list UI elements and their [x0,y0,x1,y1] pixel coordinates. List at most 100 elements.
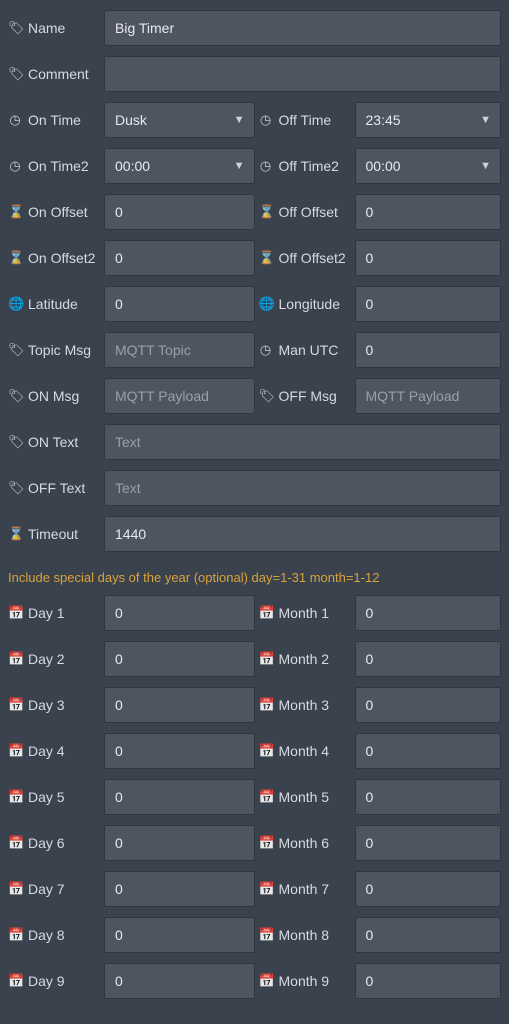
day-8-label: 📅Day 8 [8,927,104,943]
calendar-icon: 📅 [8,881,22,897]
day-6-label-text: Day 6 [28,835,65,851]
calendar-icon: 📅 [259,881,273,897]
topic-msg-label-text: Topic Msg [28,342,91,358]
calendar-icon: 📅 [8,973,22,989]
on-offset-label: ⌛ On Offset [8,204,104,220]
special-days-note: Include special days of the year (option… [8,570,501,585]
timeout-label-text: Timeout [28,526,78,542]
day-7-input[interactable] [104,871,255,907]
on-offset-input[interactable] [104,194,255,230]
off-offset-input[interactable] [355,194,502,230]
day-2-label-text: Day 2 [28,651,65,667]
on-time2-label: ◷ On Time2 [8,158,104,174]
day-9-input[interactable] [104,963,255,999]
clock-icon: ◷ [8,112,22,128]
on-time-label-text: On Time [28,112,81,128]
day-2-input[interactable] [104,641,255,677]
calendar-icon: 📅 [259,743,273,759]
topic-msg-label: 🏷 Topic Msg [8,342,104,358]
month-9-label-text: Month 9 [279,973,330,989]
off-msg-input[interactable] [355,378,502,414]
comment-input[interactable] [104,56,501,92]
month-7-label: 📅Month 7 [259,881,355,897]
day-3-input[interactable] [104,687,255,723]
on-msg-input[interactable] [104,378,255,414]
latitude-input[interactable] [104,286,255,322]
on-text-label: 🏷 ON Text [8,434,104,450]
topic-msg-input[interactable] [104,332,255,368]
clock-icon: ◷ [8,158,22,174]
month-5-input[interactable] [355,779,502,815]
month-2-label: 📅Month 2 [259,651,355,667]
day-5-input[interactable] [104,779,255,815]
on-text-input[interactable] [104,424,501,460]
tag-icon: 🏷 [8,480,22,496]
off-time-select[interactable]: 23:45 [355,102,502,138]
man-utc-input[interactable] [355,332,502,368]
month-3-input[interactable] [355,687,502,723]
off-text-label: 🏷 OFF Text [8,480,104,496]
on-time2-label-text: On Time2 [28,158,89,174]
off-offset-label: ⌛ Off Offset [259,204,355,220]
hourglass-icon: ⌛ [259,250,273,266]
name-input[interactable] [104,10,501,46]
tag-icon: 🏷 [8,342,22,358]
day-8-input[interactable] [104,917,255,953]
on-offset2-label-text: On Offset2 [28,250,95,266]
day-7-label: 📅 Day 7 [8,881,104,897]
hourglass-icon: ⌛ [259,204,273,220]
calendar-icon: 📅 [8,789,22,805]
day-1-input[interactable] [104,595,255,631]
month-6-input[interactable] [355,825,502,861]
timeout-input[interactable] [104,516,501,552]
off-offset2-input[interactable] [355,240,502,276]
month-5-label: 📅Month 5 [259,789,355,805]
on-offset2-input[interactable] [104,240,255,276]
day-6-input[interactable] [104,825,255,861]
tag-icon: 🏷 [8,434,22,450]
on-offset2-label: ⌛ On Offset2 [8,250,104,266]
calendar-icon: 📅 [259,605,273,621]
month-9-input[interactable] [355,963,502,999]
latitude-label: 🌐 Latitude [8,296,104,312]
globe-icon: 🌐 [8,296,22,312]
on-time2-select[interactable]: 00:00 [104,148,255,184]
month-4-input[interactable] [355,733,502,769]
off-offset2-label-text: Off Offset2 [279,250,346,266]
on-time-select[interactable]: Dusk [104,102,255,138]
calendar-icon: 📅 [8,835,22,851]
longitude-input[interactable] [355,286,502,322]
hourglass-icon: ⌛ [8,526,22,542]
off-text-input[interactable] [104,470,501,506]
day-9-label-text: Day 9 [28,973,65,989]
off-text-label-text: OFF Text [28,480,85,496]
on-offset-label-text: On Offset [28,204,88,220]
globe-icon: 🌐 [259,296,273,312]
month-2-input[interactable] [355,641,502,677]
day-4-label: 📅Day 4 [8,743,104,759]
day-7-label-text: Day 7 [28,881,65,897]
man-utc-label-text: Man UTC [279,342,339,358]
month-5-label-text: Month 5 [279,789,330,805]
month-9-label: 📅 Month 9 [259,973,355,989]
on-time-label: ◷ On Time [8,112,104,128]
on-msg-label: 🏷 ON Msg [8,388,104,404]
on-text-label-text: ON Text [28,434,78,450]
off-offset2-label: ⌛ Off Offset2 [259,250,355,266]
day-4-input[interactable] [104,733,255,769]
name-label-text: Name [28,20,65,36]
month-1-input[interactable] [355,595,502,631]
calendar-icon: 📅 [259,973,273,989]
day-5-label: 📅 Day 5 [8,789,104,805]
day-5-label-text: Day 5 [28,789,65,805]
day-2-label: 📅Day 2 [8,651,104,667]
off-time2-select[interactable]: 00:00 [355,148,502,184]
clock-icon: ◷ [259,112,273,128]
month-8-input[interactable] [355,917,502,953]
day-4-label-text: Day 4 [28,743,65,759]
timeout-label: ⌛ Timeout [8,526,104,542]
month-4-label-text: Month 4 [279,743,330,759]
month-7-input[interactable] [355,871,502,907]
clock-icon: ◷ [259,342,273,358]
month-3-label: 📅Month 3 [259,697,355,713]
